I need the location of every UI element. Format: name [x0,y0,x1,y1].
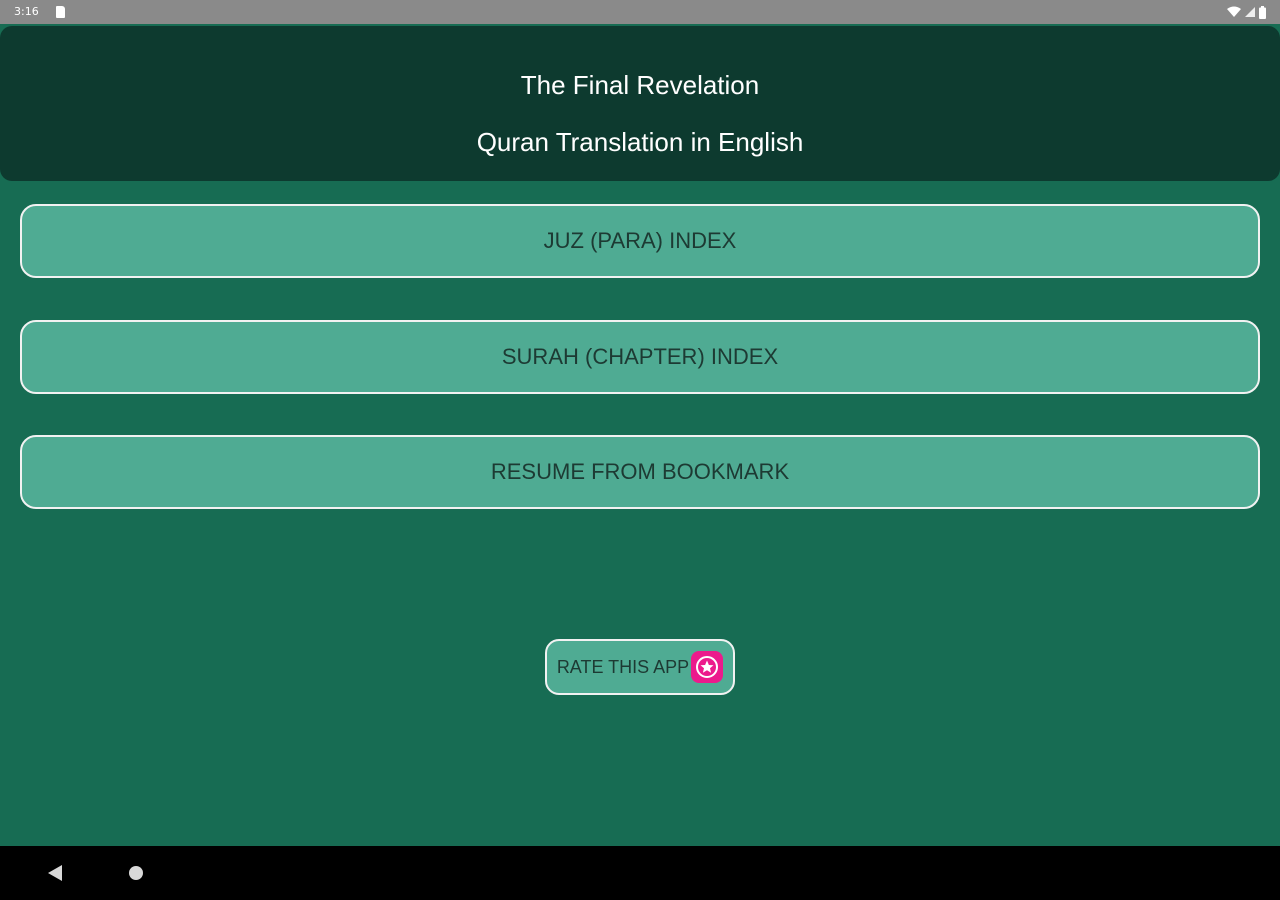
resume-bookmark-button[interactable]: RESUME FROM BOOKMARK [20,435,1260,509]
status-time: 3:16 [14,5,39,18]
app-screen: The Final Revelation Quran Translation i… [0,24,1280,846]
surah-index-button[interactable]: SURAH (CHAPTER) INDEX [20,320,1260,394]
home-circle-icon[interactable] [129,866,143,880]
rate-app-button[interactable]: RATE THIS APP [545,639,735,695]
app-header: The Final Revelation Quran Translation i… [0,26,1280,181]
page-subtitle: Quran Translation in English [476,127,804,157]
status-icons [1227,4,1266,20]
wifi-icon [1227,6,1241,18]
star-icon [691,651,724,683]
system-nav-bar [0,846,1280,900]
sd-card-icon [56,6,65,18]
juz-index-button[interactable]: JUZ (PARA) INDEX [20,204,1260,278]
back-triangle-icon[interactable] [46,863,64,888]
rate-app-label: RATE THIS APP [556,656,690,677]
status-bar: 3:16 [0,0,1280,24]
page-title: The Final Revelation [520,70,760,100]
signal-icon [1245,6,1255,18]
battery-icon [1259,5,1266,19]
